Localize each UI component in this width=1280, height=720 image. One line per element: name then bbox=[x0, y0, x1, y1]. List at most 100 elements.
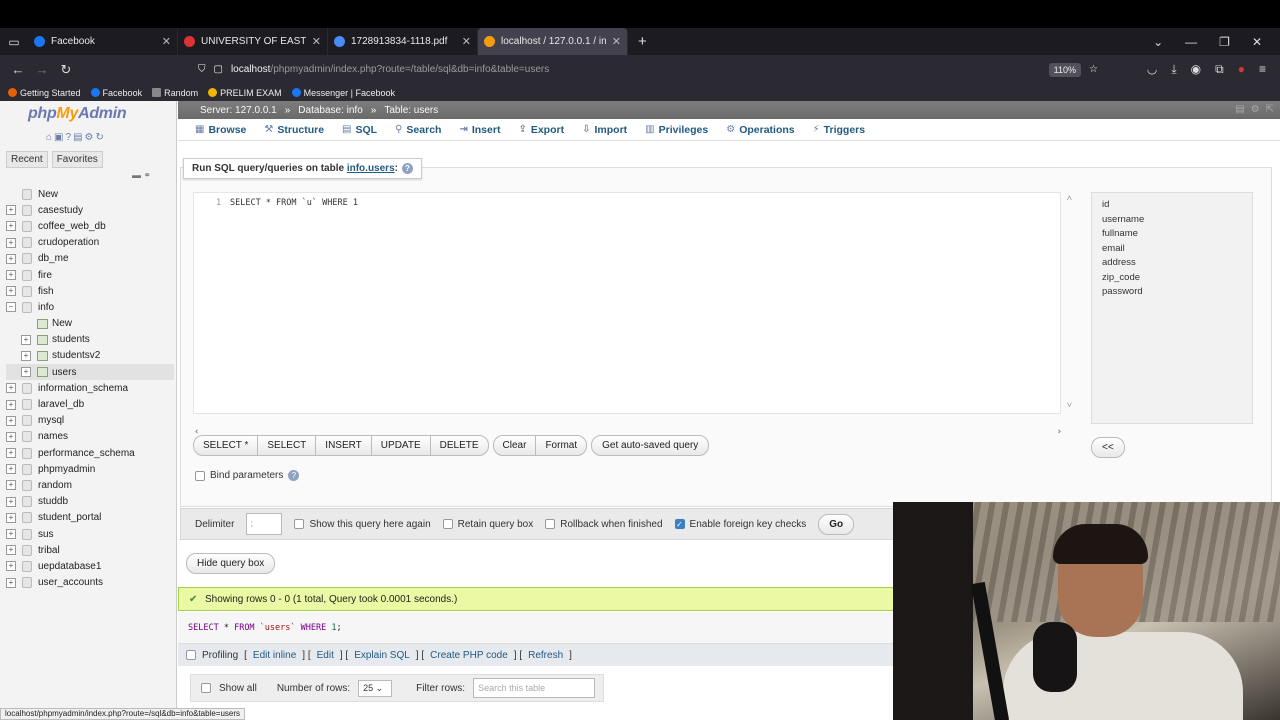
database-item[interactable]: + laravel_db bbox=[6, 396, 174, 412]
table-link[interactable]: info.users bbox=[347, 163, 395, 174]
url-bar[interactable]: ⛉ ▢ localhost/phpmyadmin/index.php?route… bbox=[198, 59, 1098, 81]
table-item[interactable]: + students bbox=[6, 332, 174, 348]
browser-tab[interactable]: UNIVERSITY OF EASTERN PANG ✕ bbox=[178, 28, 328, 55]
table-item[interactable]: +New bbox=[6, 316, 174, 332]
expand-icon[interactable]: + bbox=[6, 577, 16, 588]
foreign-key-checkbox[interactable]: ✓ bbox=[674, 519, 685, 529]
expand-icon[interactable]: + bbox=[6, 237, 16, 248]
statement-button[interactable]: SELECT * bbox=[194, 436, 259, 455]
reload-nav-icon[interactable]: ↻ bbox=[95, 132, 103, 143]
go-button[interactable]: Go bbox=[818, 513, 855, 535]
favorites-tab[interactable]: Favorites bbox=[51, 151, 103, 168]
table-item[interactable]: + users bbox=[6, 364, 174, 381]
menu-icon[interactable]: ≡ bbox=[1259, 62, 1266, 77]
database-item[interactable]: + sus bbox=[6, 526, 174, 542]
bookmark-getting-started[interactable]: Getting Started bbox=[8, 88, 81, 98]
gear-icon[interactable]: ⚙ bbox=[1251, 104, 1260, 115]
column-option[interactable]: zip_code bbox=[1102, 272, 1242, 287]
database-item[interactable]: + random bbox=[6, 477, 174, 493]
close-tab-icon[interactable]: ✕ bbox=[612, 35, 621, 48]
downloads-icon[interactable]: ⤓ bbox=[1171, 62, 1176, 77]
vertical-scrollbar[interactable]: ˄ ˅ bbox=[1067, 193, 1072, 411]
expand-icon[interactable]: + bbox=[6, 253, 16, 264]
database-item[interactable]: + information_schema bbox=[6, 380, 174, 396]
hide-query-box-button[interactable]: Hide query box bbox=[186, 553, 276, 574]
bookmark-prelim-exam[interactable]: PRELIM EXAM bbox=[208, 88, 282, 98]
filter-rows-input[interactable]: Search this table bbox=[473, 678, 596, 698]
sql-editor[interactable]: 1 SELECT * FROM `u` WHERE 1 ‹ › ˄ ˅ bbox=[193, 192, 1072, 437]
phpmyadmin-logo[interactable]: phpMyAdmin bbox=[28, 105, 127, 123]
show-again-option[interactable]: Show this query here again bbox=[294, 519, 431, 530]
home-icon[interactable]: ⌂ bbox=[46, 132, 52, 143]
docs-icon[interactable]: ? bbox=[66, 132, 72, 143]
database-item[interactable]: − info bbox=[6, 299, 174, 315]
column-option[interactable]: password bbox=[1102, 286, 1242, 301]
expand-icon[interactable]: + bbox=[6, 496, 16, 507]
expand-icon[interactable]: + bbox=[6, 286, 16, 297]
list-tabs-icon[interactable]: ⌄ bbox=[1153, 35, 1163, 49]
database-item[interactable]: + coffee_web_db bbox=[6, 218, 174, 234]
tab-operations[interactable]: ⚙ Operations bbox=[717, 124, 803, 136]
database-item[interactable]: + crudoperation bbox=[6, 235, 174, 251]
create-php-link[interactable]: Create PHP code bbox=[430, 650, 508, 661]
column-option[interactable]: username bbox=[1102, 214, 1242, 229]
expand-icon[interactable]: + bbox=[6, 480, 16, 491]
browser-tab[interactable]: Facebook ✕ bbox=[28, 28, 178, 55]
database-item[interactable]: + names bbox=[6, 429, 174, 445]
insert-column-button[interactable]: << bbox=[1091, 437, 1125, 458]
bind-parameters-checkbox[interactable] bbox=[195, 470, 205, 481]
show-again-checkbox[interactable] bbox=[294, 519, 305, 529]
edit-inline-link[interactable]: Edit inline bbox=[253, 650, 296, 661]
settings-icon[interactable]: ⚙ bbox=[85, 132, 94, 143]
show-all-checkbox[interactable] bbox=[201, 683, 211, 693]
database-item[interactable]: + student_portal bbox=[6, 510, 174, 526]
delimiter-input[interactable]: ; bbox=[246, 513, 283, 535]
expand-icon[interactable]: + bbox=[6, 415, 16, 426]
database-item[interactable]: + casestudy bbox=[6, 202, 174, 218]
statement-button[interactable]: DELETE bbox=[431, 436, 488, 455]
collapse-all-icon[interactable]: ▬ ⚭ bbox=[132, 170, 151, 181]
help-icon[interactable]: ? bbox=[401, 163, 413, 174]
edit-link[interactable]: Edit bbox=[317, 650, 334, 661]
breadcrumb-server[interactable]: Server: 127.0.0.1 bbox=[200, 105, 277, 116]
zoom-badge[interactable]: 110% bbox=[1048, 62, 1082, 77]
breadcrumb-table[interactable]: Table: users bbox=[384, 105, 438, 116]
database-item[interactable]: + mysql bbox=[6, 413, 174, 429]
expand-icon[interactable]: − bbox=[6, 302, 16, 313]
tab-privileges[interactable]: ▥ Privileges bbox=[636, 124, 717, 136]
tab-triggers[interactable]: ⚡ Triggers bbox=[804, 124, 874, 136]
browser-tab[interactable]: 1728913834-1118.pdf ✕ bbox=[328, 28, 478, 55]
expand-icon[interactable]: + bbox=[6, 221, 16, 232]
table-item[interactable]: + studentsv2 bbox=[6, 348, 174, 364]
maximize-icon[interactable]: ❐ bbox=[1219, 35, 1230, 49]
rollback-checkbox[interactable] bbox=[545, 519, 556, 529]
column-option[interactable]: id bbox=[1102, 199, 1242, 214]
foreign-key-option[interactable]: ✓ Enable foreign key checks bbox=[674, 519, 806, 530]
shield-icon[interactable]: ⛉ bbox=[198, 64, 206, 75]
editor-action-button[interactable]: Format bbox=[536, 436, 586, 455]
refresh-link[interactable]: Refresh bbox=[528, 650, 563, 661]
bookmark-star-icon[interactable]: ☆ bbox=[1089, 64, 1098, 75]
expand-icon[interactable]: + bbox=[6, 383, 16, 394]
pocket-icon[interactable]: ◡ bbox=[1147, 62, 1157, 77]
tab-browse[interactable]: ▦ Browse bbox=[186, 124, 255, 136]
expand-icon[interactable]: + bbox=[6, 561, 16, 572]
statement-button[interactable]: SELECT bbox=[258, 436, 317, 455]
expand-icon[interactable]: + bbox=[6, 464, 16, 475]
minimize-icon[interactable]: — bbox=[1185, 35, 1197, 49]
account-icon[interactable]: ◉ bbox=[1191, 62, 1201, 77]
forward-icon[interactable]: → bbox=[30, 62, 54, 77]
extension-badge-icon[interactable]: ● bbox=[1238, 62, 1245, 77]
tab-search[interactable]: ⚲ Search bbox=[386, 124, 450, 136]
close-tab-icon[interactable]: ✕ bbox=[462, 35, 471, 48]
close-window-icon[interactable]: ✕ bbox=[1252, 35, 1262, 49]
profiling-checkbox[interactable] bbox=[186, 650, 196, 660]
tab-structure[interactable]: ⚒ Structure bbox=[255, 124, 333, 136]
new-tab-button[interactable]: + bbox=[628, 33, 657, 50]
database-item[interactable]: +New bbox=[6, 186, 174, 202]
extensions-icon[interactable]: ⧉ bbox=[1215, 62, 1224, 77]
lock-icon[interactable]: ▤ bbox=[1235, 104, 1244, 115]
help-icon[interactable]: ? bbox=[288, 470, 300, 481]
breadcrumb-database[interactable]: Database: info bbox=[298, 105, 363, 116]
documentation-icon[interactable]: ▤ bbox=[73, 132, 82, 143]
